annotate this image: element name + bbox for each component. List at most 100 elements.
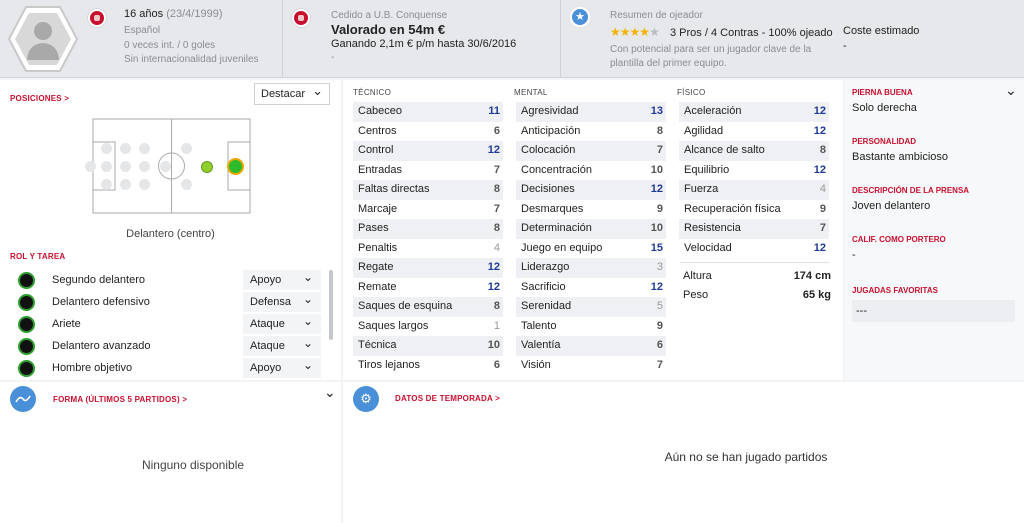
- attribute-value: 9: [656, 319, 663, 332]
- role-icon: [18, 294, 35, 311]
- attribute-row[interactable]: Técnica 10: [353, 336, 503, 356]
- attribute-value: 1: [493, 319, 500, 332]
- scout-report-icon[interactable]: ★: [570, 7, 590, 27]
- attribute-row[interactable]: Cabeceo 11: [353, 102, 503, 122]
- position-name: Delantero (centro): [126, 228, 215, 240]
- attribute-name: Técnica: [358, 339, 397, 351]
- attribute-row[interactable]: Serenidad 5: [516, 297, 666, 317]
- cost-value: -: [843, 40, 847, 52]
- positions-panel: POSICIONES > Destacar ⌄ Delantero (centr…: [0, 80, 341, 380]
- form-title[interactable]: FORMA (ÚLTIMOS 5 PARTIDOS) >: [53, 393, 187, 405]
- attribute-row[interactable]: Remate 12: [353, 278, 503, 298]
- attribute-row[interactable]: Agresividad 13: [516, 102, 666, 122]
- attribute-row[interactable]: Resistencia 7: [679, 219, 829, 239]
- attribute-value: 12: [813, 241, 826, 254]
- role-row[interactable]: Segundo delantero Apoyo: [10, 267, 325, 291]
- player-nationality: Español: [124, 25, 161, 36]
- position-dot: [120, 143, 131, 154]
- role-icon: [18, 338, 35, 355]
- attribute-row[interactable]: Marcaje 7: [353, 200, 503, 220]
- attribute-row[interactable]: Control 12: [353, 141, 503, 161]
- position-dot: [181, 179, 192, 190]
- attribute-row[interactable]: Colocación 7: [516, 141, 666, 161]
- attribute-row[interactable]: Juego en equipo 15: [516, 239, 666, 259]
- attribute-name: Velocidad: [684, 241, 732, 254]
- attribute-row[interactable]: Penaltis 4: [353, 239, 503, 259]
- attribute-name: Equilibrio: [684, 163, 730, 176]
- form-trend-icon: [10, 386, 36, 412]
- duty-select[interactable]: Defensa: [243, 289, 321, 312]
- attribute-row[interactable]: Desmarques 9: [516, 200, 666, 220]
- highlight-select[interactable]: Destacar ⌄: [254, 83, 330, 105]
- position-dot-secondary: [201, 161, 213, 173]
- duty-select[interactable]: Ataque: [243, 333, 321, 356]
- role-scrollbar[interactable]: [329, 270, 333, 340]
- height-label: Altura: [683, 270, 712, 282]
- club-badge-icon: [292, 9, 310, 27]
- loan-status[interactable]: Cedido a U.B. Conquense: [331, 10, 447, 21]
- role-row[interactable]: Delantero defensivo Defensa: [10, 289, 325, 313]
- attribute-row[interactable]: Anticipación 8: [516, 122, 666, 142]
- attribute-row[interactable]: Equilibrio 12: [679, 161, 829, 181]
- attribute-value: 10: [650, 163, 663, 176]
- attribute-row[interactable]: Recuperación física 9: [679, 200, 829, 220]
- attribute-value: 9: [819, 202, 826, 215]
- attribute-value: 7: [656, 144, 663, 156]
- player-avatar: [6, 4, 80, 74]
- attribute-row[interactable]: Concentración 10: [516, 161, 666, 181]
- attribute-row[interactable]: Regate 12: [353, 258, 503, 278]
- attribute-row[interactable]: Tiros lejanos 6: [353, 356, 503, 376]
- role-row[interactable]: Delantero avanzado Ataque: [10, 333, 325, 357]
- duty-select[interactable]: Ataque: [243, 311, 321, 334]
- profile-panel: ⌄ PIERNA BUENA Solo derecha PERSONALIDAD…: [845, 80, 1024, 380]
- attribute-row[interactable]: Talento 9: [516, 317, 666, 337]
- role-name: Delantero avanzado: [52, 340, 151, 352]
- attribute-row[interactable]: Determinación 10: [516, 219, 666, 239]
- attribute-row[interactable]: Centros 6: [353, 122, 503, 142]
- role-row[interactable]: Ariete Ataque: [10, 311, 325, 335]
- chevron-down-icon[interactable]: ⌄: [324, 384, 336, 401]
- attribute-row[interactable]: Velocidad 12: [679, 239, 829, 259]
- attribute-row[interactable]: Saques de esquina 8: [353, 297, 503, 317]
- star-icon: ★: [610, 25, 621, 39]
- nation-flag-icon: [88, 9, 106, 27]
- attribute-row[interactable]: Liderazgo 3: [516, 258, 666, 278]
- attribute-row[interactable]: Aceleración 12: [679, 102, 829, 122]
- attribute-value: 12: [487, 261, 500, 273]
- attribute-name: Saques de esquina: [358, 300, 453, 312]
- attribute-row[interactable]: Entradas 7: [353, 161, 503, 181]
- season-title[interactable]: DATOS DE TEMPORADA >: [395, 392, 500, 404]
- attribute-row[interactable]: Agilidad 12: [679, 122, 829, 142]
- attribute-value: 12: [650, 183, 663, 195]
- attribute-row[interactable]: Faltas directas 8: [353, 180, 503, 200]
- duty-select[interactable]: Apoyo: [243, 267, 321, 290]
- attribute-row[interactable]: Alcance de salto 8: [679, 141, 829, 161]
- attribute-name: Cabeceo: [358, 105, 403, 117]
- attribute-name: Agilidad: [684, 124, 724, 137]
- attribute-row[interactable]: Valentía 6: [516, 336, 666, 356]
- role-icon: [18, 360, 35, 377]
- attribute-row[interactable]: Visión 7: [516, 356, 666, 376]
- tecnico-header: TÉCNICO: [353, 88, 392, 97]
- attribute-row[interactable]: Decisiones 12: [516, 180, 666, 200]
- season-stats-icon: ⚙: [353, 386, 379, 412]
- physical-separator: [680, 262, 830, 263]
- attribute-row[interactable]: Fuerza 4: [679, 180, 829, 200]
- role-icon: [18, 316, 35, 333]
- attribute-name: Decisiones: [521, 183, 575, 195]
- scout-summary: 3 Pros / 4 Contras - 100% ojeado: [670, 27, 833, 39]
- attribute-name: Pases: [358, 222, 389, 234]
- press-title: DESCRIPCIÓN DE LA PRENSA: [852, 186, 970, 195]
- attribute-name: Remate: [358, 280, 397, 293]
- press-value: Joven delantero: [852, 200, 931, 212]
- attribute-row[interactable]: Sacrificio 12: [516, 278, 666, 298]
- attribute-row[interactable]: Pases 8: [353, 219, 503, 239]
- attribute-name: Marcaje: [358, 202, 398, 215]
- role-row[interactable]: Hombre objetivo Apoyo: [10, 355, 325, 379]
- positions-title[interactable]: POSICIONES >: [10, 92, 69, 104]
- attribute-value: 6: [493, 124, 500, 137]
- attribute-value: 12: [487, 144, 500, 156]
- attribute-row[interactable]: Saques largos 1: [353, 317, 503, 337]
- duty-select[interactable]: Apoyo: [243, 355, 321, 378]
- attribute-value: 5: [656, 300, 663, 312]
